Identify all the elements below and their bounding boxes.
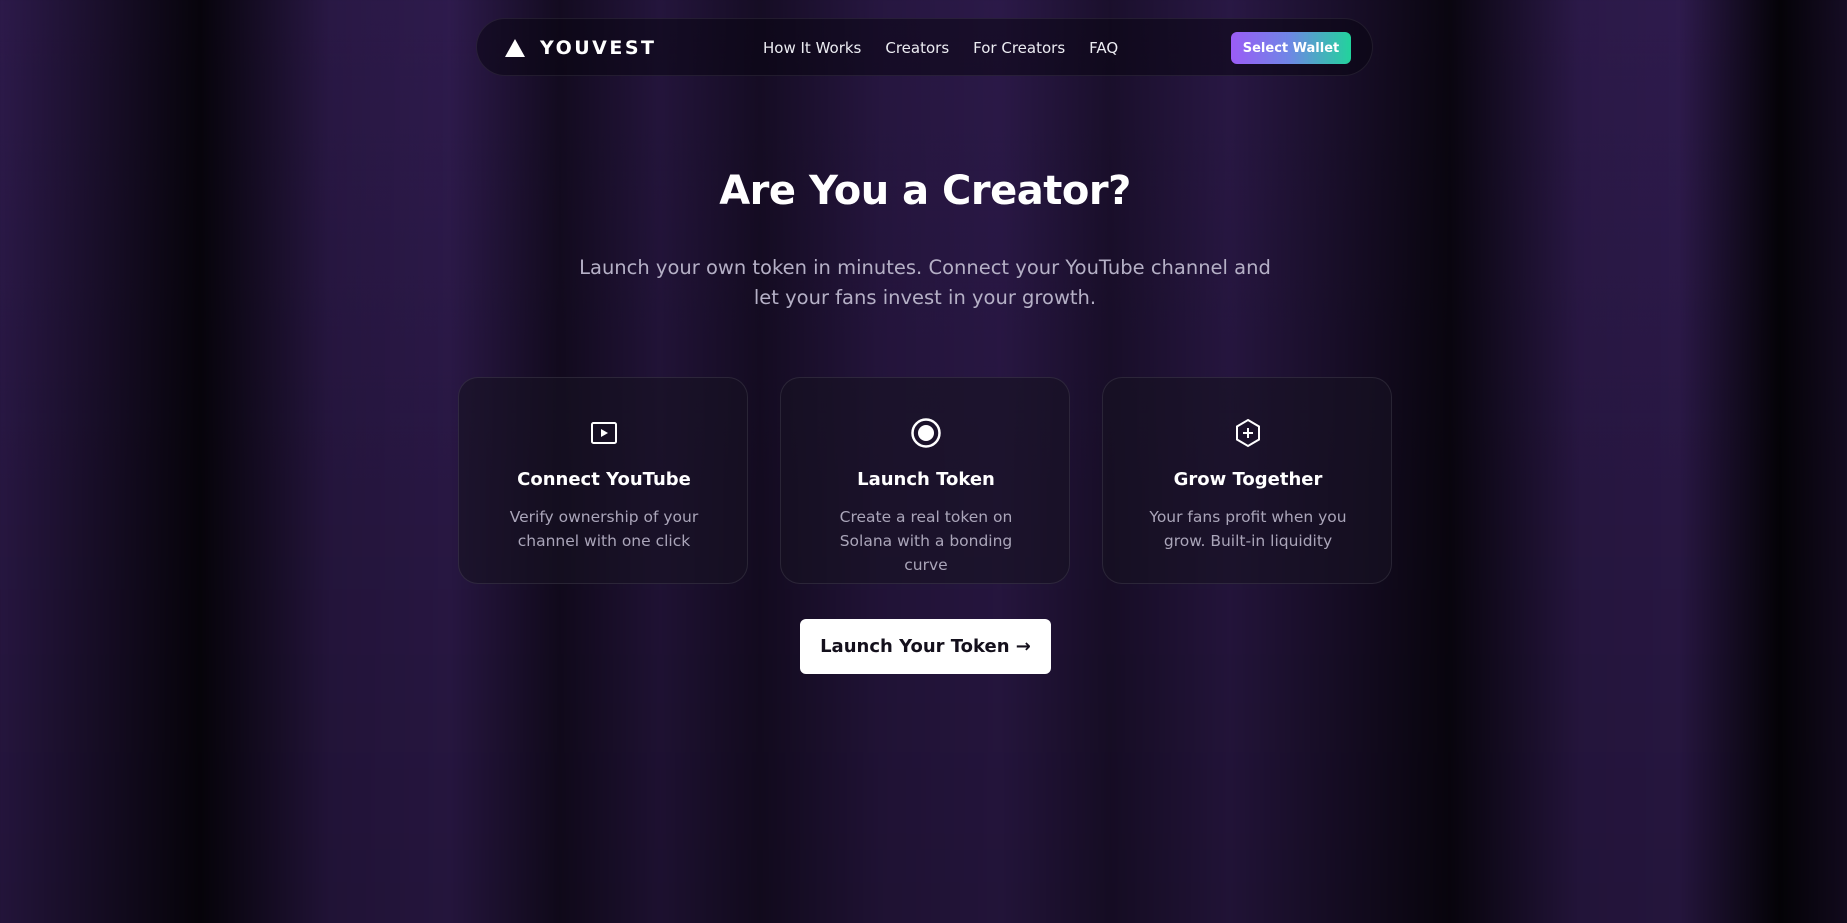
feature-description: Your fans profit when you grow. Built-in… <box>1149 508 1347 550</box>
feature-description: Create a real token on Solana with a bon… <box>839 508 1013 574</box>
nav-link-creators[interactable]: Creators <box>885 39 949 57</box>
record-circle-icon <box>781 415 1071 451</box>
page-title: Are You a Creator? <box>719 168 1131 214</box>
feature-title: Connect YouTube <box>517 469 691 490</box>
launch-token-button[interactable]: Launch Your Token → <box>800 619 1051 674</box>
feature-title: Launch Token <box>857 469 995 490</box>
select-wallet-button[interactable]: Select Wallet <box>1231 32 1351 64</box>
hexagon-plus-icon <box>1103 415 1393 451</box>
nav-link-how-it-works[interactable]: How It Works <box>763 39 861 57</box>
nav-link-for-creators[interactable]: For Creators <box>973 39 1065 57</box>
page: { "navbar": { "brand_icon": "triangle-lo… <box>0 0 1847 923</box>
feature-card-connect-youtube: Connect YouTube Verify ownership of your… <box>458 377 748 584</box>
feature-card-grow-together: Grow Together Your fans profit when you … <box>1102 377 1392 584</box>
nav-links: How It Works Creators For Creators FAQ <box>763 19 1118 77</box>
feature-card-launch-token: Launch Token Create a real token on Sola… <box>780 377 1070 584</box>
nav-link-faq[interactable]: FAQ <box>1089 39 1118 57</box>
brand[interactable]: YOUVEST <box>504 19 657 77</box>
top-navbar: YOUVEST How It Works Creators For Creato… <box>476 18 1373 76</box>
hero-subtitle: Launch your own token in minutes. Connec… <box>579 256 1271 309</box>
brand-name: YOUVEST <box>540 37 657 59</box>
feature-title: Grow Together <box>1173 469 1323 490</box>
video-play-icon <box>459 415 749 451</box>
feature-description: Verify ownership of your channel with on… <box>509 508 699 550</box>
triangle-logo-icon <box>505 39 525 57</box>
